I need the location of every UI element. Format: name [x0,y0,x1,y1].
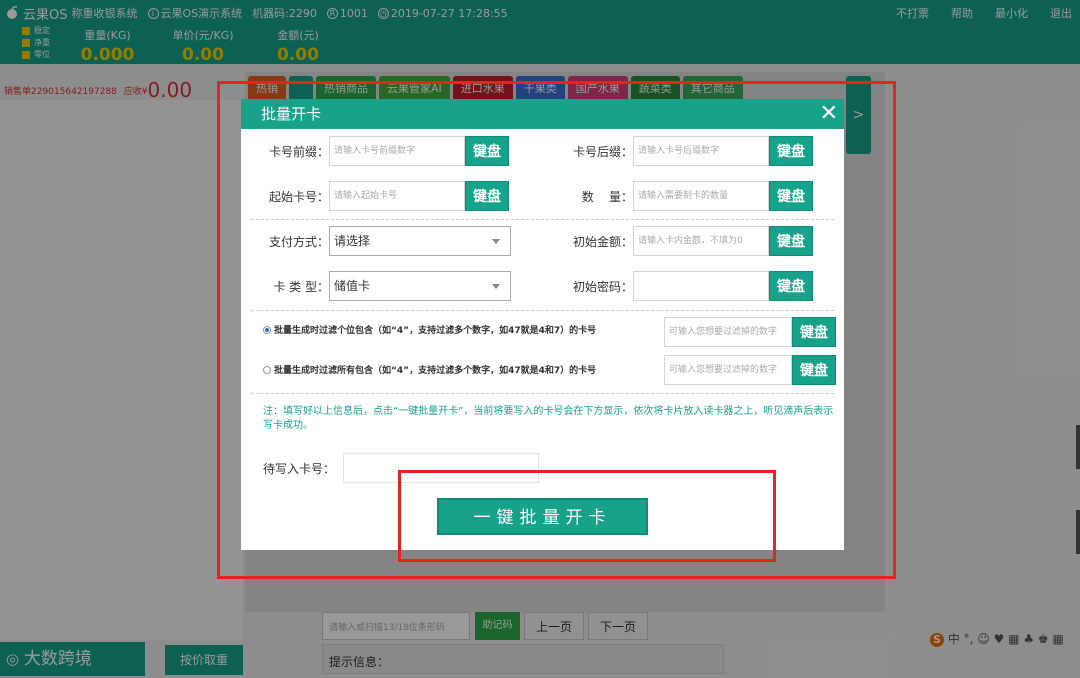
highlight-box [398,470,776,562]
